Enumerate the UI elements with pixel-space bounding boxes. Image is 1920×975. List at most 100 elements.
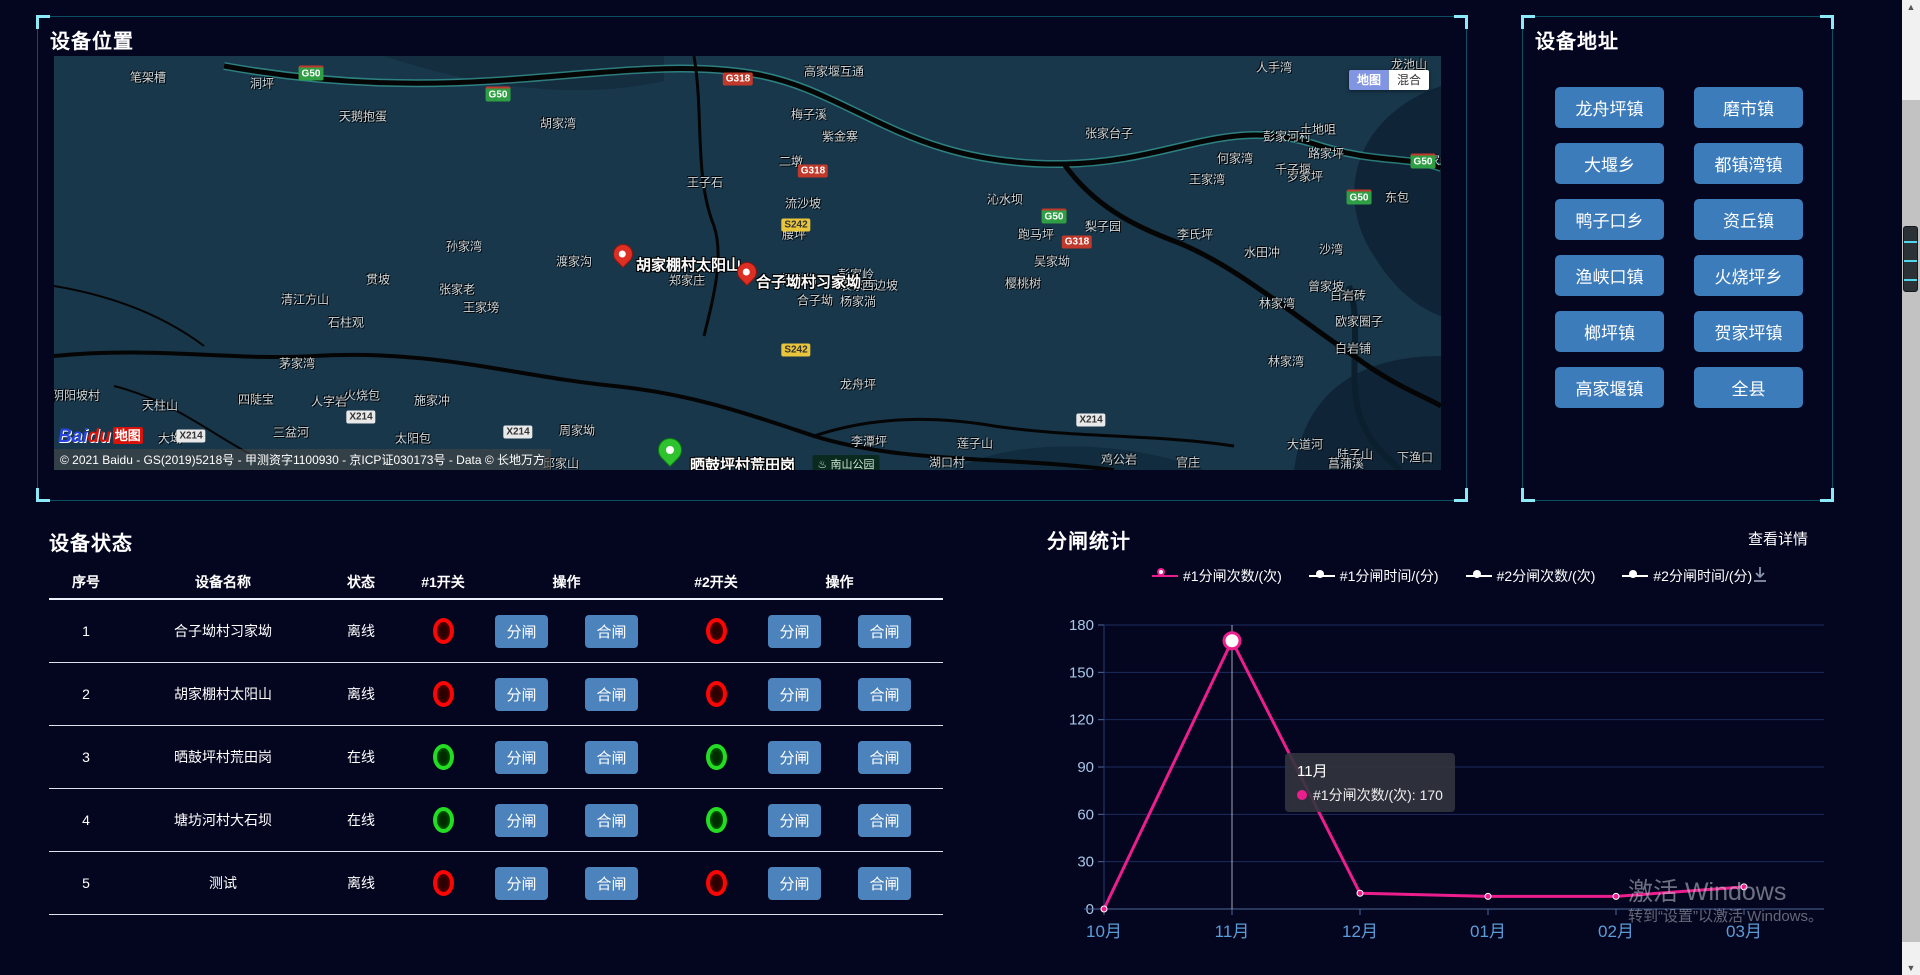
map-place-label: 贯坡 [366, 271, 390, 288]
scrollbar-down-arrow[interactable]: ▼ [1902, 963, 1920, 973]
device-name: 塘坊河村大石坝 [123, 789, 323, 851]
map-place-label: 鸡公岩 [1101, 451, 1137, 468]
close-button-sw1[interactable]: 合闸 [585, 867, 638, 900]
svg-text:150: 150 [1069, 664, 1094, 681]
map-place-label: 林家湾 [1259, 295, 1295, 312]
close-button-sw2[interactable]: 合闸 [858, 678, 911, 711]
corner-decoration [1521, 488, 1535, 502]
svg-text:30: 30 [1077, 854, 1094, 871]
trip-button-sw1[interactable]: 分闸 [495, 615, 548, 648]
column-header: #2开关 [682, 565, 750, 598]
trip-button-sw2[interactable]: 分闸 [768, 867, 821, 900]
baidu-logo: Baidu地图 [58, 425, 143, 448]
close-button-sw2[interactable]: 合闸 [858, 741, 911, 774]
map-place-label: 菖蒲溪 [1328, 455, 1364, 471]
trip-button-sw1[interactable]: 分闸 [495, 741, 548, 774]
road-badge-g318: G318 [798, 165, 828, 178]
close-button-sw1[interactable]: 合闸 [585, 615, 638, 648]
close-button-sw2[interactable]: 合闸 [858, 804, 911, 837]
map-place-label: 杨家淌 [840, 293, 876, 310]
legend-item[interactable]: #2分闸时间/(分) [1622, 566, 1752, 586]
corner-decoration [1454, 488, 1468, 502]
switch2-indicator-green [706, 744, 727, 770]
column-header: 操作 [495, 565, 638, 598]
map-type-hybrid-button[interactable]: 混合 [1389, 70, 1429, 90]
legend-item[interactable]: #2分闸次数/(次) [1466, 566, 1596, 586]
download-icon[interactable] [1750, 565, 1770, 585]
trip-button-sw1[interactable]: 分闸 [495, 678, 548, 711]
address-button[interactable]: 全县 [1694, 367, 1803, 408]
svg-text:11月: 11月 [1215, 922, 1250, 941]
address-button[interactable]: 贺家坪镇 [1694, 311, 1803, 352]
table-row: 1合子坳村习家坳离线分闸合闸分闸合闸 [49, 600, 943, 663]
close-button-sw2[interactable]: 合闸 [858, 615, 911, 648]
corner-decoration [1820, 488, 1834, 502]
switch1-indicator-red [433, 870, 454, 896]
corner-decoration [36, 488, 50, 502]
trip-button-sw2[interactable]: 分闸 [768, 615, 821, 648]
table-row: 4塘坊河村大石坝在线分闸合闸分闸合闸 [49, 789, 943, 852]
device-name: 胡家棚村太阳山 [123, 663, 323, 725]
map-place-label: 天鹅抱蛋 [339, 108, 387, 125]
road-badge-g318: G318 [723, 73, 753, 86]
road-badge-g50: G50 [486, 87, 511, 102]
switch2-indicator-red [706, 681, 727, 707]
map-place-label: 李氏坪 [1177, 226, 1213, 243]
address-button[interactable]: 大堰乡 [1555, 143, 1664, 184]
scrollbar-up-arrow[interactable]: ▲ [1902, 2, 1920, 12]
table-row: 5测试离线分闸合闸分闸合闸 [49, 852, 943, 915]
road-badge-s242: S242 [781, 344, 810, 357]
tooltip-value-row: #1分闸次数/(次): 170 [1297, 785, 1443, 805]
close-button-sw1[interactable]: 合闸 [585, 741, 638, 774]
address-button[interactable]: 榔坪镇 [1555, 311, 1664, 352]
map-poi-label: ♨ 南山公园 [813, 455, 880, 470]
map-place-label: 笔架槽 [130, 69, 166, 86]
map-place-label: 湖口村 [929, 454, 965, 471]
trip-button-sw2[interactable]: 分闸 [768, 678, 821, 711]
trip-button-sw2[interactable]: 分闸 [768, 804, 821, 837]
trip-button-sw2[interactable]: 分闸 [768, 741, 821, 774]
map-place-label: 吴家坳 [1034, 253, 1070, 270]
close-button-sw2[interactable]: 合闸 [858, 867, 911, 900]
svg-text:90: 90 [1077, 759, 1094, 776]
map-place-label: 莲子山 [957, 435, 993, 452]
address-button[interactable]: 都镇湾镇 [1694, 143, 1803, 184]
address-button[interactable]: 高家堰镇 [1555, 367, 1664, 408]
map-place-label: 清江方山 [281, 291, 329, 308]
trip-button-sw1[interactable]: 分闸 [495, 804, 548, 837]
device-name: 测试 [123, 852, 323, 914]
address-button[interactable]: 资丘镇 [1694, 199, 1803, 240]
column-header: 状态 [323, 565, 399, 598]
side-toolbar-widget[interactable] [1903, 226, 1918, 292]
map-place-label: 三盆河 [273, 424, 309, 441]
browser-scrollbar[interactable]: ▲ ▼ [1902, 0, 1920, 975]
baidu-map[interactable]: 笔架槽洞坪天鹅抱蛋胡家湾高家堰互通梅子溪紫金寨二墩流沙坡沁水坝张家台子彭家河村千… [54, 56, 1441, 470]
row-index: 5 [49, 852, 123, 914]
view-details-link[interactable]: 查看详情 [1748, 528, 1808, 549]
address-button[interactable]: 渔峡口镇 [1555, 255, 1664, 296]
address-button[interactable]: 火烧坪乡 [1694, 255, 1803, 296]
trip-button-sw1[interactable]: 分闸 [495, 867, 548, 900]
road-badge-g50: G50 [1347, 190, 1372, 205]
map-place-label: 欧家圈子 [1335, 313, 1383, 330]
map-place-label: 周家坳 [559, 422, 595, 439]
map-place-label: 曾家坡 [1308, 278, 1344, 295]
column-header: 操作 [768, 565, 911, 598]
map-place-label: 洞坪 [250, 75, 274, 92]
address-button[interactable]: 龙舟坪镇 [1555, 87, 1664, 128]
close-button-sw1[interactable]: 合闸 [585, 678, 638, 711]
legend-item[interactable]: #1分闸时间/(分) [1309, 566, 1439, 586]
legend-item[interactable]: #1分闸次数/(次) [1152, 566, 1282, 586]
map-marker-label: 胡家棚村太阳山 [636, 254, 741, 275]
close-button-sw1[interactable]: 合闸 [585, 804, 638, 837]
map-place-label: 流沙坡 [785, 195, 821, 212]
map-marker-label: 晒鼓坪村荒田岗 [690, 454, 795, 470]
map-attribution: © 2021 Baidu - GS(2019)5218号 - 甲测资字11009… [54, 449, 551, 470]
address-button[interactable]: 鸭子口乡 [1555, 199, 1664, 240]
map-place-label: 太阳包 [395, 430, 431, 447]
map-type-map-button[interactable]: 地图 [1349, 70, 1389, 90]
chart-legend: #1分闸次数/(次) #1分闸时间/(分) #2分闸次数/(次) #2分闸时间/(分) [1152, 566, 1752, 586]
address-button[interactable]: 磨市镇 [1694, 87, 1803, 128]
map-type-control: 地图混合 [1349, 70, 1429, 90]
row-index: 2 [49, 663, 123, 725]
